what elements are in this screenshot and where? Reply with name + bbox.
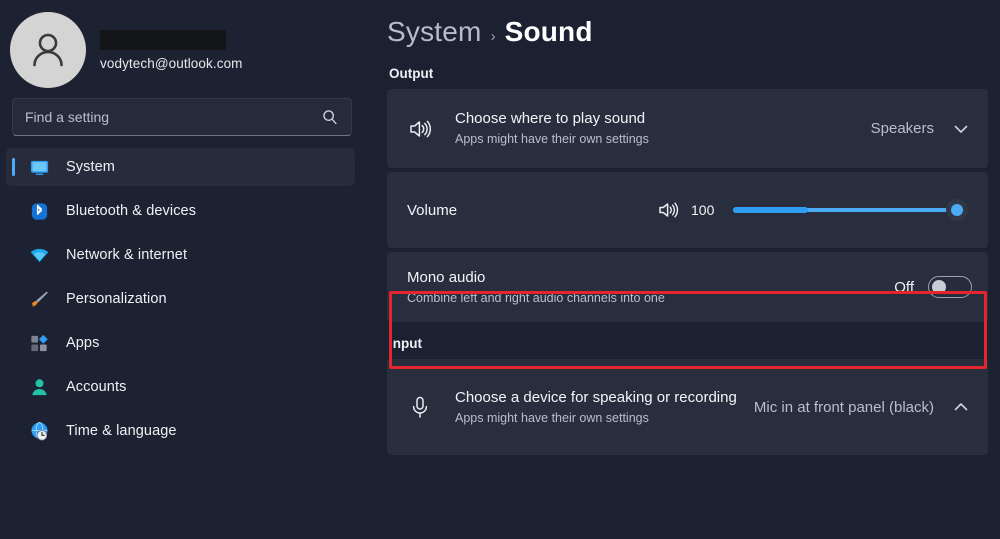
sidebar-item-label: Personalization [66, 291, 167, 307]
settings-window: vodytech@outlook.com Find a setting Syst… [0, 0, 1000, 539]
sidebar-item-label: Time & language [66, 423, 177, 439]
breadcrumb: System › Sound [387, 16, 988, 48]
avatar[interactable] [10, 12, 86, 88]
sidebar-item-label: Network & internet [66, 247, 188, 263]
breadcrumb-separator-icon: › [490, 28, 496, 45]
sidebar-item-network-internet[interactable]: Network & internet [6, 236, 355, 274]
speaker-icon [659, 202, 679, 218]
sidebar-item-accounts[interactable]: Accounts [6, 368, 355, 406]
section-label-input: Input [389, 336, 422, 351]
monitor-icon [28, 156, 50, 178]
output-device-subtitle: Apps might have their own settings [455, 132, 649, 147]
account-name-redacted [100, 29, 226, 50]
bluetooth-icon [28, 200, 50, 222]
account-text: vodytech@outlook.com [100, 29, 243, 71]
microphone-icon [407, 394, 433, 420]
search-input[interactable] [25, 109, 321, 125]
output-device-value: Speakers [870, 120, 934, 137]
person-avatar-icon [33, 33, 63, 67]
account-email: vodytech@outlook.com [100, 55, 243, 71]
slider-fill [733, 207, 808, 213]
output-device-title: Choose where to play sound [455, 110, 646, 128]
input-device-value: Mic in at front panel (black) [753, 398, 934, 416]
slider-thumb[interactable] [946, 199, 968, 221]
chevron-down-icon[interactable] [950, 118, 972, 140]
sidebar-item-apps[interactable]: Apps [6, 324, 355, 362]
volume-control[interactable]: 100 [657, 198, 972, 222]
paintbrush-icon [28, 288, 50, 310]
sidebar-item-label: Bluetooth & devices [66, 203, 197, 219]
sidebar-item-personalization[interactable]: Personalization [6, 280, 355, 318]
sidebar-item-system[interactable]: System [6, 148, 355, 186]
sidebar-item-time-language[interactable]: Time & language [6, 412, 355, 450]
mono-audio-subtitle: Combine left and right audio channels in… [407, 290, 665, 305]
page-title: Sound [504, 16, 593, 47]
input-device-subtitle: Apps might have their own settings [455, 410, 649, 425]
mono-audio-card[interactable]: Mono audio Combine left and right audio … [387, 252, 988, 322]
mono-audio-texts: Mono audio Combine left and right audio … [407, 268, 894, 306]
sidebar-item-label: System [66, 159, 115, 175]
volume-label: Volume [407, 201, 458, 219]
output-device-texts: Choose where to play sound Apps might ha… [455, 109, 871, 147]
chevron-up-icon[interactable] [950, 396, 972, 418]
person-icon [28, 376, 50, 398]
account-header[interactable]: vodytech@outlook.com [0, 0, 365, 90]
apps-icon [28, 332, 50, 354]
clock-globe-icon [28, 420, 50, 442]
wifi-icon [28, 244, 50, 266]
volume-card[interactable]: Volume 100 [387, 172, 988, 248]
breadcrumb-parent[interactable]: System [387, 16, 482, 48]
sidebar: vodytech@outlook.com Find a setting Syst… [0, 0, 365, 539]
speaker-icon [407, 116, 433, 142]
volume-value: 100 [691, 202, 715, 218]
mono-audio-control[interactable]: Off [894, 276, 972, 298]
sidebar-nav: System Bluetooth & devices Network & int… [0, 136, 365, 450]
sidebar-item-label: Apps [66, 335, 100, 351]
mono-audio-title: Mono audio [407, 268, 486, 286]
volume-slider[interactable] [733, 199, 968, 221]
output-device-card[interactable]: Choose where to play sound Apps might ha… [387, 89, 988, 168]
input-device-texts: Choose a device for speaking or recordin… [455, 388, 754, 426]
mono-audio-state: Off [894, 278, 914, 296]
mono-audio-toggle[interactable] [928, 276, 972, 298]
sidebar-item-bluetooth-devices[interactable]: Bluetooth & devices [6, 192, 355, 230]
search-wrapper [0, 90, 365, 136]
search-box[interactable] [12, 98, 352, 136]
input-device-card[interactable]: Choose a device for speaking or recordin… [387, 359, 988, 455]
section-label-output: Output [389, 66, 434, 81]
content-pane: System › Sound Output Choose where to pl… [365, 0, 1000, 539]
input-device-title: Choose a device for speaking or recordin… [455, 388, 737, 406]
sidebar-item-label: Accounts [66, 379, 127, 395]
search-icon[interactable] [321, 108, 339, 126]
